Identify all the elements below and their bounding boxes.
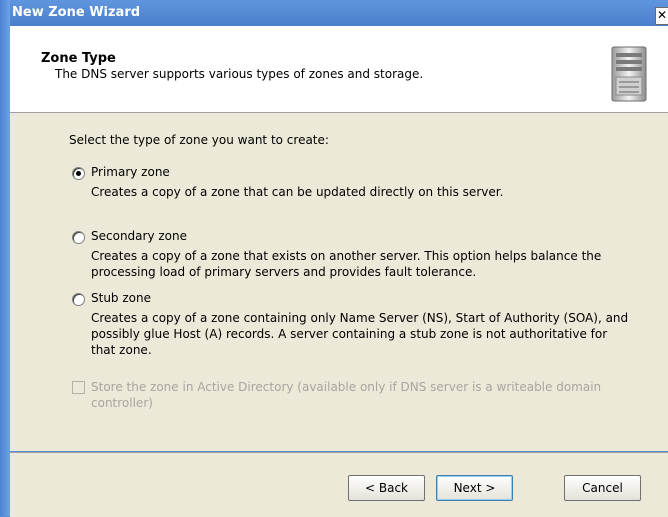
cancel-button[interactable]: Cancel — [564, 475, 641, 501]
wizard-header: Zone Type The DNS server supports variou… — [10, 26, 668, 113]
primary-zone-description: Creates a copy of a zone that can be upd… — [91, 185, 504, 199]
stub-zone-radio[interactable] — [72, 293, 85, 306]
store-in-ad-checkbox — [72, 381, 85, 394]
store-in-ad-label: Store the zone in Active Directory (avai… — [91, 380, 602, 410]
close-button[interactable]: ✕ — [655, 7, 668, 25]
primary-zone-label[interactable]: Primary zone — [91, 165, 170, 179]
secondary-zone-label[interactable]: Secondary zone — [91, 229, 187, 243]
title-bar[interactable]: New Zone Wizard ✕ — [10, 0, 668, 26]
page-subtitle: The DNS server supports various types of… — [55, 67, 424, 81]
window-title: New Zone Wizard — [12, 5, 141, 20]
primary-zone-radio[interactable] — [72, 167, 85, 180]
wizard-body: Select the type of zone you want to crea… — [10, 113, 668, 451]
back-button[interactable]: < Back — [348, 475, 425, 501]
zone-type-prompt: Select the type of zone you want to crea… — [69, 133, 329, 147]
window-frame-left — [0, 0, 10, 516]
wizard-window: New Zone Wizard ✕ Zone Type The DNS serv… — [10, 0, 668, 517]
next-button[interactable]: Next > — [436, 475, 513, 501]
secondary-zone-radio[interactable] — [72, 231, 85, 244]
stub-zone-description: Creates a copy of a zone containing only… — [91, 311, 629, 357]
wizard-footer: < Back Next > Cancel — [10, 452, 668, 517]
server-icon — [611, 46, 647, 102]
stub-zone-label[interactable]: Stub zone — [91, 291, 151, 305]
page-title: Zone Type — [41, 51, 116, 66]
secondary-zone-description: Creates a copy of a zone that exists on … — [91, 249, 602, 279]
close-icon: ✕ — [656, 8, 668, 22]
